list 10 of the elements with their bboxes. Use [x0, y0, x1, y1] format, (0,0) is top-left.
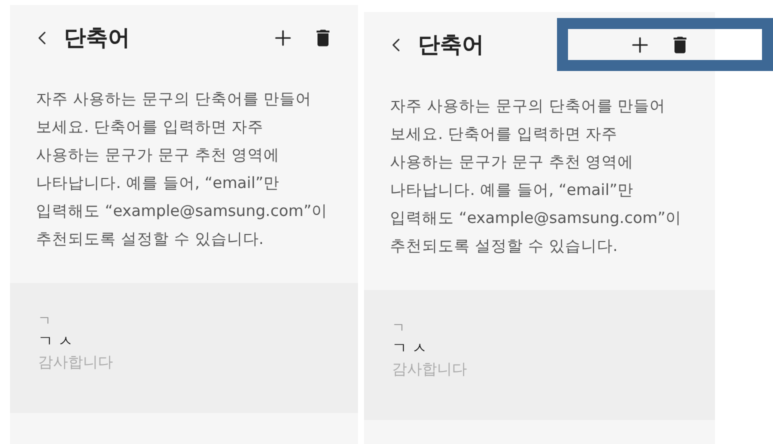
page-title: 단축어 [64, 24, 130, 52]
index-letter: ㄱ [38, 313, 52, 331]
phrase-text: 감사합니다 [38, 352, 114, 373]
phrase-text: 감사합니다 [392, 359, 468, 380]
shortcut-text[interactable]: ㄱ ㅅ [392, 338, 715, 358]
description-text: 자주 사용하는 문구의 단축어를 만들어 보세요. 단축어를 입력하면 자주 사용하는 문구가 문구 추천 영역에 나타납니다. 예를 들어, “email”만 입력해도 “example@samsung.com”이 추천되도록 설정할 수 있습니다. [35, 89, 328, 250]
page-title: 단축어 [418, 32, 484, 60]
description-text: 자주 사용하는 문구의 단축어를 만들어 보세요. 단축어를 입력하면 자주 사용하는 문구가 문구 추천 영역에 나타납니다. 예를 들어, “email”만 입력해도 “example@samsung.com”이 추천되도록 설정할 수 있습니다. [389, 96, 682, 257]
index-letter: ㄱ [392, 320, 406, 338]
shortcut-text[interactable]: ㄱ ㅅ [38, 331, 358, 351]
